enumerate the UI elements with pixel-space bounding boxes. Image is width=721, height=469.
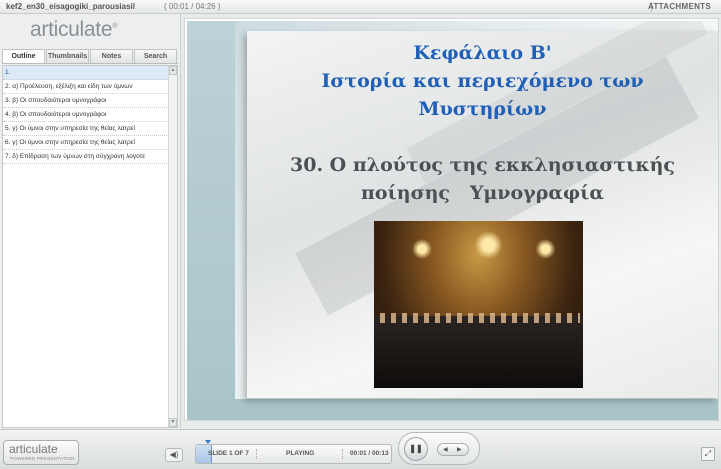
divider — [342, 449, 343, 459]
choir-faces — [380, 313, 580, 323]
title-bar: kef2_en30_eisagogiki_parousiasil ( 00:01… — [0, 0, 721, 14]
pause-icon[interactable]: ❚❚ — [404, 437, 428, 461]
playback-time: 00:01 / 00:13 — [350, 450, 389, 457]
outline-scrollbar[interactable]: ▲ ▼ — [168, 66, 177, 427]
attachments-button[interactable]: ATTACHMENTS — [648, 2, 711, 11]
slide-side-band — [187, 21, 235, 420]
player-control-bar: articulate POWERED PRESENTATION ◀) SLIDE… — [0, 429, 721, 469]
topic-title: 30. Ο πλούτος της εκκλησιαστικής ποίησης… — [290, 154, 675, 204]
elapsed-time: ( 00:01 / 04:26 ) — [164, 2, 221, 11]
previous-icon[interactable]: ◀ — [443, 446, 448, 453]
outline-list: 1. 2. α) Προέλευση, εξέλιξη και είδη των… — [3, 66, 169, 164]
tab-outline[interactable]: Outline — [2, 49, 45, 63]
outline-item[interactable]: 7. δ) Επίδραση των ύμνων στη σύγχρονη λο… — [3, 150, 169, 164]
choir-group — [374, 316, 583, 388]
scroll-up-icon[interactable]: ▲ — [169, 66, 177, 75]
chandelier-lights — [384, 229, 574, 269]
playback-status: PLAYING — [286, 450, 315, 457]
sidebar: articulate® Outline Thumbnails Notes Sea… — [0, 14, 181, 429]
progress-bar[interactable]: SLIDE 1 OF 7 PLAYING 00:01 / 00:13 — [195, 440, 392, 464]
slide-navigation: ◀ ▶ — [437, 443, 469, 456]
slide-counter: SLIDE 1 OF 7 — [208, 450, 249, 457]
chapter-title: Κεφάλαιο Β' Ιστορία και περιεχόμενο των … — [321, 42, 644, 120]
outline-item[interactable]: 1. — [3, 66, 169, 80]
scroll-down-icon[interactable]: ▼ — [169, 418, 177, 427]
tab-search[interactable]: Search — [134, 49, 177, 63]
outline-item[interactable]: 2. α) Προέλευση, εξέλιξη και είδη των ύμ… — [3, 80, 169, 94]
outline-item[interactable]: 4. β) Οι σπουδαιότεροι υμνογράφοι — [3, 108, 169, 122]
slide-stage: Κεφάλαιο Β' Ιστορία και περιεχόμενο των … — [184, 18, 719, 421]
next-icon[interactable]: ▶ — [457, 446, 462, 453]
slide: Κεφάλαιο Β' Ιστορία και περιεχόμενο των … — [187, 21, 718, 420]
divider — [256, 449, 257, 459]
playback-controls: ❚❚ ◀ ▶ — [398, 432, 480, 465]
choir-photo — [374, 221, 583, 388]
progress-marker[interactable] — [205, 440, 211, 444]
outline-item[interactable]: 6. γ) Οι ύμνοι στην υπηρεσία της θείας λ… — [3, 136, 169, 150]
sidebar-tabs: Outline Thumbnails Notes Search — [2, 49, 178, 64]
fullscreen-icon[interactable]: ⤢ — [701, 447, 715, 461]
articulate-brand-button[interactable]: articulate POWERED PRESENTATION — [3, 440, 79, 465]
speaker-icon[interactable]: ◀) — [165, 448, 183, 462]
outline-item[interactable]: 3. β) Οι σπουδαιότεροι υμνογράφοι — [3, 94, 169, 108]
tab-thumbnails[interactable]: Thumbnails — [46, 49, 89, 63]
tab-notes[interactable]: Notes — [90, 49, 133, 63]
outline-panel: 1. 2. α) Προέλευση, εξέλιξη και είδη των… — [2, 65, 178, 428]
articulate-logo: articulate® — [30, 18, 118, 41]
slide-bottom-band — [187, 399, 718, 420]
outline-item[interactable]: 5. γ) Οι ύμνοι στην υπηρεσία της θείας λ… — [3, 122, 169, 136]
file-name: kef2_en30_eisagogiki_parousiasil — [6, 2, 135, 11]
